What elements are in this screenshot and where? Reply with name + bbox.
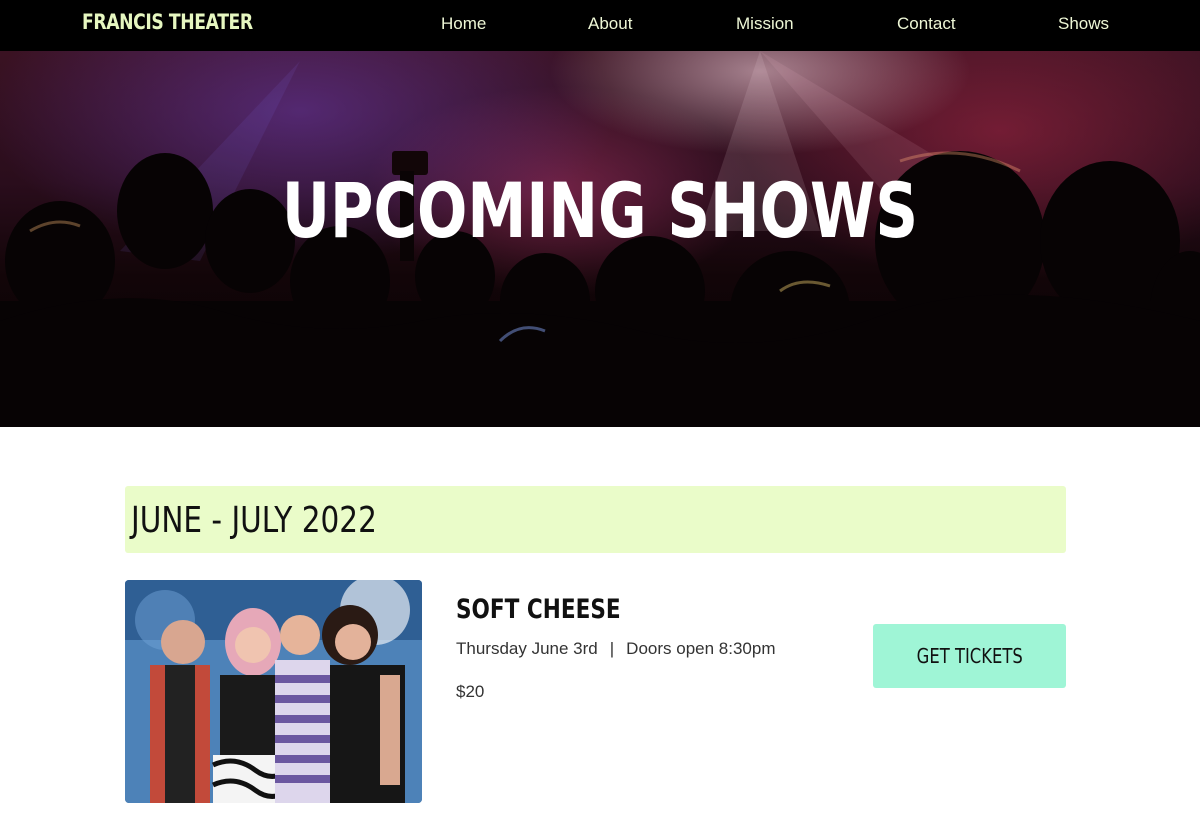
show-date: Thursday June 3rd [456, 639, 598, 658]
meta-separator: | [609, 639, 615, 658]
nav-link-home[interactable]: Home [441, 14, 486, 34]
nav-link-mission[interactable]: Mission [736, 14, 794, 34]
show-price: $20 [456, 682, 485, 701]
nav-link-contact[interactable]: Contact [897, 14, 956, 34]
hero-title: UPCOMING SHOWS [281, 166, 919, 255]
top-nav: FRANCIS THEATER Home About Mission Conta… [0, 0, 1200, 51]
month-heading: JUNE - JULY 2022 [131, 500, 377, 541]
get-tickets-label: GET TICKETS [916, 644, 1023, 668]
nav-link-shows[interactable]: Shows [1058, 14, 1109, 34]
band-photo [125, 580, 422, 803]
show-title: SOFT CHEESE [456, 594, 621, 625]
month-banner: JUNE - JULY 2022 [125, 486, 1066, 553]
nav-link-about[interactable]: About [588, 14, 632, 34]
get-tickets-button[interactable]: GET TICKETS [873, 624, 1066, 688]
show-photo [125, 580, 422, 803]
hero-banner: UPCOMING SHOWS [0, 51, 1200, 427]
show-doors-time: Doors open 8:30pm [626, 639, 776, 658]
show-meta: Thursday June 3rd | Doors open 8:30pm [456, 639, 776, 659]
brand-logo[interactable]: FRANCIS THEATER [82, 10, 253, 34]
